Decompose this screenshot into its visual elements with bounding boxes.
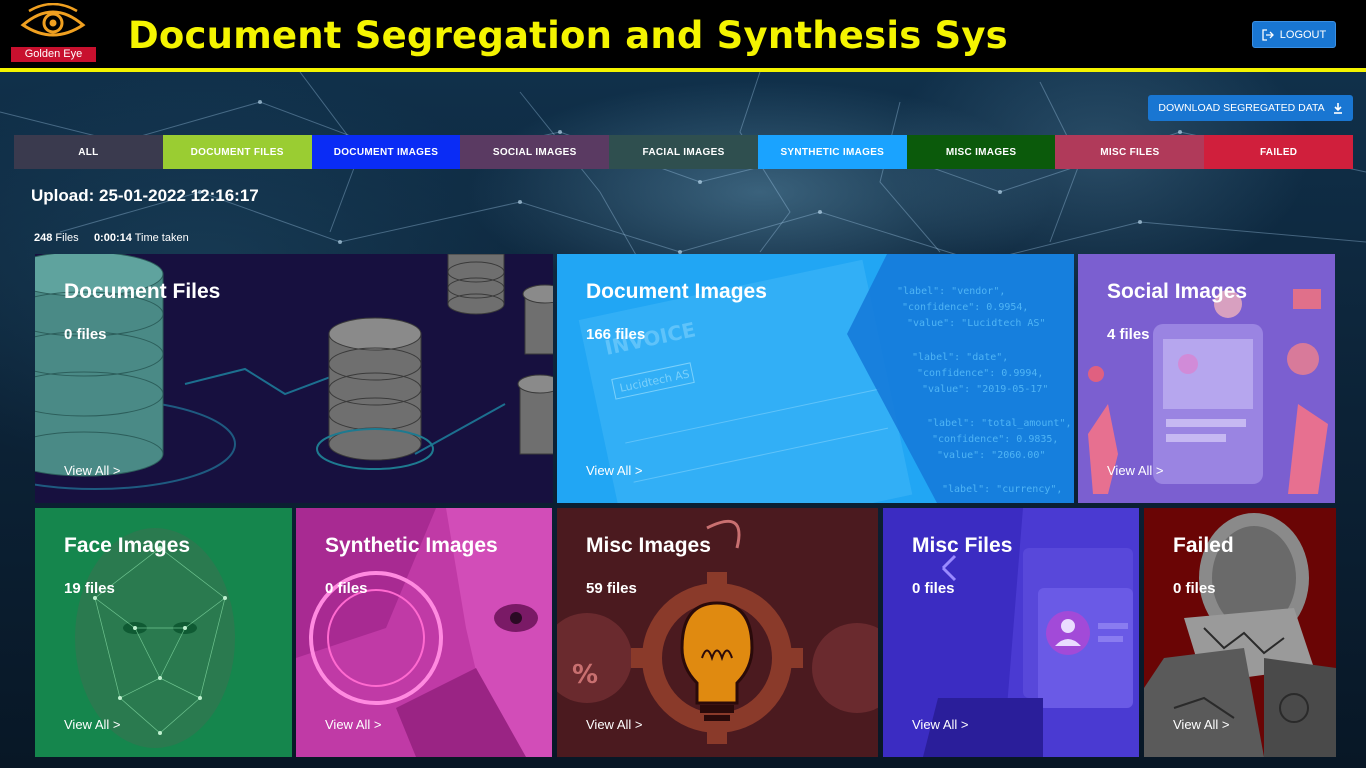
view-all-link[interactable]: View All >: [912, 717, 969, 732]
card-count: 4 files: [1107, 326, 1150, 343]
card-failed[interactable]: Failed 0 files View All >: [1144, 508, 1336, 757]
upload-stats: 248 Files 0:00:14 Time taken: [34, 232, 189, 244]
card-title: Document Files: [64, 280, 221, 303]
card-misc-files[interactable]: Misc Files 0 files View All >: [883, 508, 1139, 757]
svg-text:%: %: [572, 660, 598, 690]
tab-label: FAILED: [1259, 146, 1298, 158]
tab-label: ALL: [78, 146, 99, 158]
tab-misc-files[interactable]: MISC FILES: [1055, 135, 1205, 169]
json-line: "value": "2060.00": [937, 450, 1045, 461]
json-line: "value": "Lucidtech AS": [907, 318, 1045, 329]
upload-title: Upload: 25-01-2022 12:16:17: [31, 186, 259, 205]
card-count: 0 files: [1173, 580, 1216, 597]
card-document-images[interactable]: INVOICE Lucidtech AS "label": "vendor", …: [557, 254, 1074, 503]
card-title: Failed: [1173, 534, 1234, 557]
app-header: Golden Eye Document Segregation and Synt…: [0, 0, 1366, 72]
card-count: 19 files: [64, 580, 115, 597]
card-title: Social Images: [1107, 280, 1248, 303]
card-count: 0 files: [64, 326, 107, 343]
card-misc-images[interactable]: % Misc Images 59 files View All >: [557, 508, 878, 757]
card-count: 0 files: [325, 580, 368, 597]
tab-synthetic-images[interactable]: SYNTHETIC IMAGES: [757, 135, 907, 169]
json-line: "label": "vendor",: [897, 286, 1005, 297]
download-label: DOWNLOAD SEGREGATED DATA: [1158, 102, 1325, 114]
card-document-files[interactable]: Document Files 0 files View All >: [35, 254, 553, 503]
json-line: "confidence": 0.9954,: [902, 302, 1028, 313]
view-all-link[interactable]: View All >: [64, 717, 121, 732]
download-segregated-data-button[interactable]: DOWNLOAD SEGREGATED DATA: [1148, 95, 1353, 121]
json-line: "value": "2019-05-17": [922, 384, 1048, 395]
card-title: Misc Files: [912, 534, 1013, 557]
view-all-link[interactable]: View All >: [586, 463, 643, 478]
tab-all[interactable]: ALL: [14, 135, 163, 169]
json-line: "confidence": 0.9835,: [932, 434, 1058, 445]
tab-label: SYNTHETIC IMAGES: [780, 146, 885, 158]
tab-social-images[interactable]: SOCIAL IMAGES: [460, 135, 610, 169]
tab-misc-images[interactable]: MISC IMAGES: [906, 135, 1056, 169]
card-social-images[interactable]: Social Images 4 files View All >: [1078, 254, 1335, 503]
json-line: "label": "date",: [912, 352, 1008, 363]
category-tabs: ALL DOCUMENT FILES DOCUMENT IMAGES SOCIA…: [14, 135, 1354, 169]
view-all-link[interactable]: View All >: [586, 717, 643, 732]
tab-document-files[interactable]: DOCUMENT FILES: [162, 135, 312, 169]
view-all-link[interactable]: View All >: [1173, 717, 1230, 732]
logout-icon: [1262, 28, 1274, 41]
tab-label: DOCUMENT IMAGES: [333, 146, 439, 158]
tab-failed[interactable]: FAILED: [1204, 135, 1354, 169]
logo[interactable]: Golden Eye: [11, 2, 96, 62]
files-count: 248: [34, 232, 53, 244]
json-line: "label": "total_amount",: [927, 418, 1072, 429]
json-line: "confidence": 0.9994,: [917, 368, 1043, 379]
page-title: Document Segregation and Synthesis Sys: [128, 14, 1008, 57]
card-title: Misc Images: [586, 534, 711, 557]
logout-label: LOGOUT: [1279, 28, 1327, 41]
view-all-link[interactable]: View All >: [325, 717, 382, 732]
json-line: "label": "currency",: [942, 484, 1062, 495]
logout-button[interactable]: LOGOUT: [1252, 21, 1336, 48]
card-count: 166 files: [586, 326, 646, 343]
card-title: Synthetic Images: [325, 534, 498, 557]
card-count: 59 files: [586, 580, 637, 597]
view-all-link[interactable]: View All >: [1107, 463, 1164, 478]
tab-document-images[interactable]: DOCUMENT IMAGES: [311, 135, 461, 169]
card-title: Face Images: [64, 534, 191, 557]
time-taken-label: Time taken: [134, 232, 189, 244]
card-face-images[interactable]: Face Images 19 files View All >: [35, 508, 292, 757]
tab-label: SOCIAL IMAGES: [492, 146, 577, 158]
tab-label: DOCUMENT FILES: [190, 146, 284, 158]
eye-logo-icon: [20, 2, 86, 37]
files-label: Files: [55, 232, 79, 244]
tab-label: MISC IMAGES: [945, 146, 1017, 158]
tab-label: MISC FILES: [1100, 146, 1160, 158]
card-synthetic-images[interactable]: Synthetic Images 0 files View All >: [296, 508, 552, 757]
time-taken-value: 0:00:14: [93, 232, 132, 244]
card-count: 0 files: [912, 580, 955, 597]
card-title: Document Images: [586, 280, 767, 303]
download-icon: [1333, 102, 1342, 114]
tab-label: FACIAL IMAGES: [642, 146, 725, 158]
view-all-link[interactable]: View All >: [64, 463, 121, 478]
tab-facial-images[interactable]: FACIAL IMAGES: [609, 135, 758, 169]
logo-text: Golden Eye: [11, 47, 96, 62]
